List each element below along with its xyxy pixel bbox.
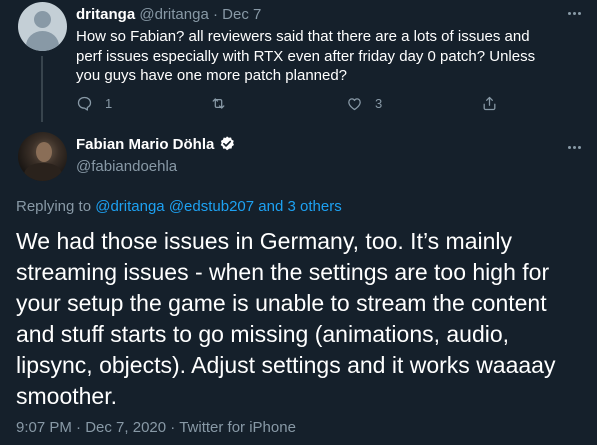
reply-tweet-header: dritanga @dritanga · Dec 7 <box>76 6 261 23</box>
replying-to-and: and <box>258 198 284 215</box>
reply-handle[interactable]: @dritanga <box>139 6 208 23</box>
share-icon <box>483 96 496 110</box>
replying-to-others-link[interactable]: 3 others <box>288 198 342 215</box>
avatar-shoulders-shape <box>24 163 62 181</box>
author-name-row[interactable]: Fabian Mario Döhla <box>76 135 236 153</box>
avatar-head-shape <box>34 11 51 28</box>
main-more-button[interactable] <box>563 140 585 154</box>
reply-date[interactable]: Dec 7 <box>222 6 261 23</box>
reply-action-bar: 1 3 <box>76 93 516 113</box>
avatar-face-shape <box>36 142 52 162</box>
like-icon <box>348 97 361 110</box>
tweet-meta: 9:07 PM · Dec 7, 2020 · Twitter for iPho… <box>16 419 296 436</box>
retweet-button[interactable] <box>210 93 239 113</box>
reply-tweet[interactable]: dritanga @dritanga · Dec 7 How so Fabian… <box>0 0 597 122</box>
replying-to-prefix: Replying to <box>16 198 92 215</box>
share-button[interactable] <box>481 93 498 113</box>
thread-connector-line <box>41 56 43 122</box>
avatar-body-shape <box>26 31 59 51</box>
reply-more-button[interactable] <box>563 6 585 20</box>
author-display-name[interactable]: Fabian Mario Döhla <box>76 136 214 153</box>
tweet-time[interactable]: 9:07 PM <box>16 419 72 436</box>
reply-tweet-text: How so Fabian? all reviewers said that t… <box>76 28 536 84</box>
tweet-source[interactable]: Twitter for iPhone <box>179 419 296 436</box>
like-button[interactable]: 3 <box>346 93 382 113</box>
reply-separator: · <box>212 6 218 23</box>
author-handle[interactable]: @fabiandoehla <box>76 158 177 175</box>
verified-badge-icon <box>221 136 235 151</box>
tweet-date[interactable]: Dec 7, 2020 <box>85 419 166 436</box>
like-count: 3 <box>375 95 383 111</box>
reply-display-name[interactable]: dritanga <box>76 6 135 23</box>
retweet-icon <box>212 97 225 109</box>
reply-button[interactable]: 1 <box>76 93 112 113</box>
main-tweet-text: We had those issues in Germany, too. It’… <box>16 228 556 409</box>
replying-to-users[interactable]: @dritanga @edstub207 <box>95 198 254 215</box>
default-avatar[interactable] <box>18 2 67 51</box>
meta-separator-2: · <box>170 419 176 436</box>
reply-icon <box>77 96 92 111</box>
author-avatar[interactable] <box>18 132 67 181</box>
meta-separator-1: · <box>76 419 82 436</box>
replying-to-line: Replying to @dritanga @edstub207 and 3 o… <box>16 198 342 215</box>
more-icon <box>567 11 571 15</box>
reply-count: 1 <box>105 95 113 111</box>
more-icon <box>567 145 571 149</box>
